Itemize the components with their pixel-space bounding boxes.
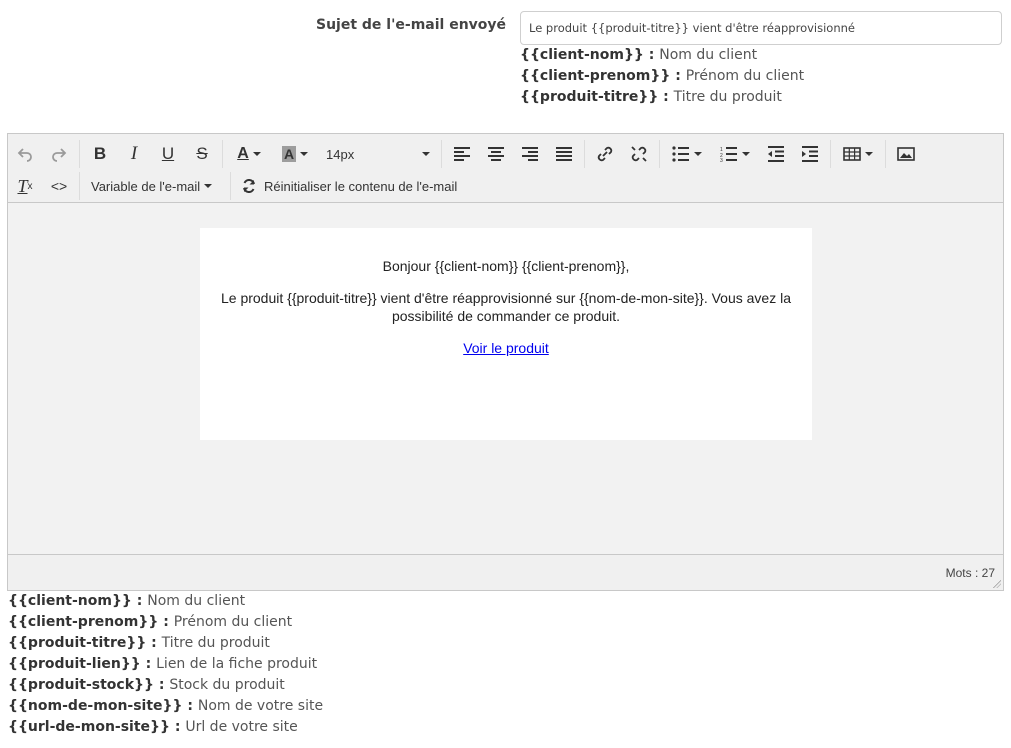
source-code-icon[interactable]: <>: [42, 172, 76, 200]
email-body: Le produit {{produit-titre}} vient d'êtr…: [220, 290, 792, 324]
variable-menu-label: Variable de l'e-mail: [91, 178, 201, 194]
email-preview: Bonjour {{client-nom}} {{client-prenom}}…: [200, 228, 812, 440]
numbered-list-icon[interactable]: 123: [711, 140, 759, 168]
variable-description: Stock du produit: [169, 677, 285, 693]
variable-name: {{client-prenom}}: [520, 68, 671, 84]
toolbar-divider: [222, 140, 223, 168]
list-item: {{produit-titre}} : Titre du produit: [8, 633, 323, 654]
variable-description: Nom du client: [659, 47, 758, 63]
variable-name: {{produit-titre}}: [520, 89, 659, 105]
list-item: {{produit-stock}} : Stock du produit: [8, 675, 323, 696]
subject-label: Sujet de l'e-mail envoyé: [316, 17, 507, 33]
align-center-icon[interactable]: [479, 140, 513, 168]
resize-handle[interactable]: [993, 580, 1001, 588]
variable-menu-button[interactable]: Variable de l'e-mail: [83, 172, 227, 200]
font-size-select[interactable]: 14px: [318, 140, 438, 168]
background-color-icon[interactable]: A: [272, 140, 318, 168]
variable-separator: :: [182, 698, 198, 714]
variable-description: Nom du client: [147, 593, 246, 609]
text-color-icon[interactable]: A: [226, 140, 272, 168]
variable-separator: :: [643, 47, 660, 63]
underline-icon[interactable]: U: [151, 140, 185, 168]
variable-separator: :: [658, 89, 674, 105]
variable-name: {{client-nom}}: [8, 593, 132, 609]
refresh-icon: [242, 179, 256, 193]
bold-icon[interactable]: B: [83, 140, 117, 168]
variable-name: {{nom-de-mon-site}}: [8, 698, 183, 714]
list-item: {{client-nom}} : Nom du client: [520, 45, 804, 66]
chevron-down-icon: [422, 152, 430, 156]
reset-content-button[interactable]: Réinitialiser le contenu de l'e-mail: [234, 172, 465, 200]
toolbar-divider: [659, 140, 660, 168]
justify-icon[interactable]: [547, 140, 581, 168]
chevron-down-icon: [204, 184, 213, 188]
variable-name: {{produit-titre}}: [8, 635, 147, 651]
toolbar-divider: [230, 172, 231, 200]
variable-separator: :: [131, 593, 148, 609]
toolbar-divider: [830, 140, 831, 168]
variable-description: Prénom du client: [173, 614, 293, 630]
svg-text:3: 3: [720, 158, 723, 162]
toolbar-divider: [79, 140, 80, 168]
list-item: {{produit-titre}} : Titre du produit: [520, 87, 804, 108]
toolbar-row-1: B I U S A A 14px 1 2 3: [8, 138, 923, 170]
body-variables-list: {{client-nom}} : Nom du client {{client-…: [8, 591, 323, 738]
align-left-icon[interactable]: [445, 140, 479, 168]
list-item: {{nom-de-mon-site}} : Nom de votre site: [8, 696, 323, 717]
variable-separator: :: [140, 656, 157, 672]
outdent-icon[interactable]: [759, 140, 793, 168]
variable-separator: :: [146, 635, 162, 651]
variable-name: {{produit-lien}}: [8, 656, 141, 672]
email-greeting: Bonjour {{client-nom}} {{client-prenom}}…: [382, 258, 630, 274]
toolbar-divider: [885, 140, 886, 168]
link-icon[interactable]: [588, 140, 622, 168]
list-item: {{produit-lien}} : Lien de la fiche prod…: [8, 654, 323, 675]
list-item: {{client-nom}} : Nom du client: [8, 591, 323, 612]
toolbar-divider: [79, 172, 80, 200]
list-item: {{client-prenom}} : Prénom du client: [520, 66, 804, 87]
reset-content-label: Réinitialiser le contenu de l'e-mail: [264, 178, 458, 194]
variable-description: Url de votre site: [185, 719, 298, 735]
editor-statusbar: Mots : 27: [8, 554, 1003, 590]
editor-content-area[interactable]: Bonjour {{client-nom}} {{client-prenom}}…: [8, 203, 1003, 554]
word-count: Mots : 27: [945, 565, 995, 580]
bullet-list-icon[interactable]: [663, 140, 711, 168]
variable-separator: :: [153, 677, 170, 693]
variable-name: {{produit-stock}}: [8, 677, 154, 693]
variable-description: Titre du produit: [161, 635, 270, 651]
subject-input[interactable]: Le produit {{produit-titre}} vient d'êtr…: [520, 11, 1002, 45]
variable-description: Titre du produit: [673, 89, 782, 105]
variable-separator: :: [670, 68, 686, 84]
table-icon[interactable]: [834, 140, 882, 168]
strikethrough-icon[interactable]: S: [185, 140, 219, 168]
variable-name: {{client-nom}}: [520, 47, 644, 63]
clear-formatting-icon[interactable]: Tx: [8, 172, 42, 200]
variable-name: {{url-de-mon-site}}: [8, 719, 170, 735]
indent-icon[interactable]: [793, 140, 827, 168]
undo-icon[interactable]: [8, 140, 42, 168]
redo-icon[interactable]: [42, 140, 76, 168]
rich-text-editor: B I U S A A 14px 1 2 3 T x <> Variable d…: [7, 133, 1004, 591]
editor-toolbar: B I U S A A 14px 1 2 3 T x <> Variable d…: [8, 134, 1003, 203]
font-size-value: 14px: [326, 146, 355, 162]
variable-description: Nom de votre site: [197, 698, 324, 714]
subject-variables-list: {{client-nom}} : Nom du client {{client-…: [520, 45, 804, 108]
variable-description: Prénom du client: [685, 68, 805, 84]
unlink-icon[interactable]: [622, 140, 656, 168]
variable-separator: :: [158, 614, 174, 630]
list-item: {{url-de-mon-site}} : Url de votre site: [8, 717, 323, 738]
toolbar-divider: [441, 140, 442, 168]
align-right-icon[interactable]: [513, 140, 547, 168]
view-product-link[interactable]: Voir le produit: [463, 340, 549, 356]
italic-icon[interactable]: I: [117, 140, 151, 168]
variable-separator: :: [169, 719, 186, 735]
variable-description: Lien de la fiche produit: [156, 656, 318, 672]
toolbar-row-2: Tx <> Variable de l'e-mail Réinitialiser…: [8, 170, 465, 202]
list-item: {{client-prenom}} : Prénom du client: [8, 612, 323, 633]
image-icon[interactable]: [889, 140, 923, 168]
variable-name: {{client-prenom}}: [8, 614, 159, 630]
toolbar-divider: [584, 140, 585, 168]
